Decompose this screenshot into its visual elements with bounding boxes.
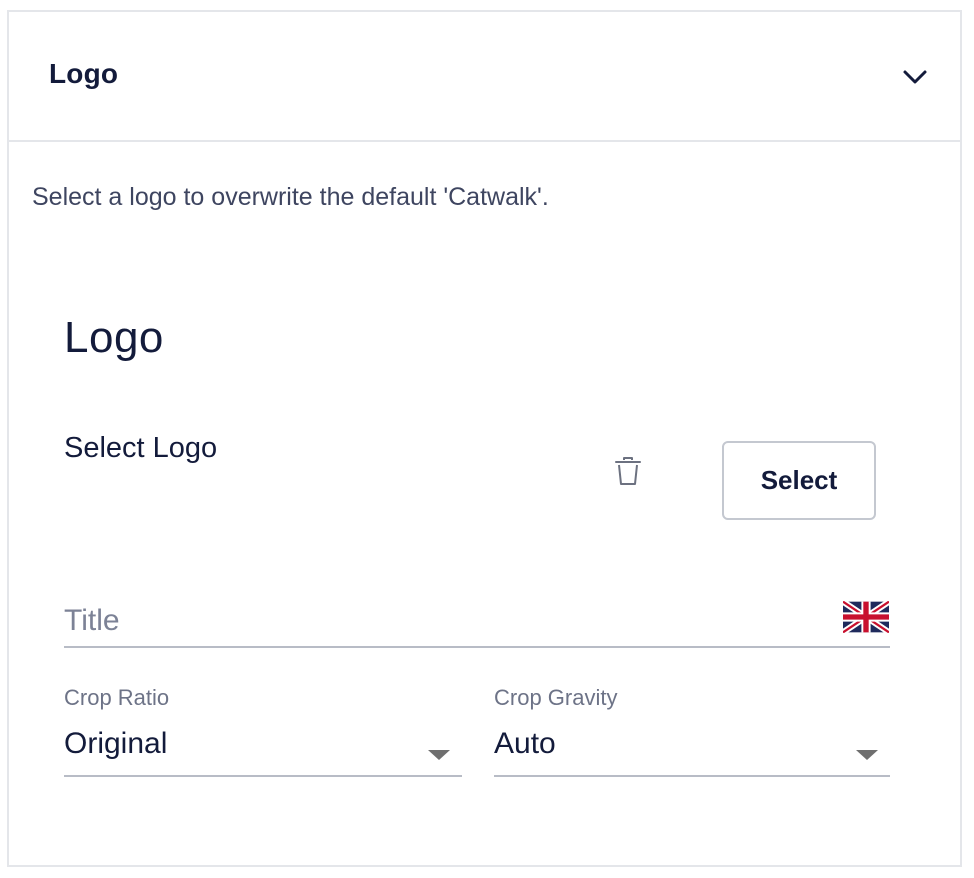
section-title: Logo [64,313,164,362]
chevron-down-icon[interactable] [900,62,930,92]
title-input[interactable] [64,598,824,644]
crop-ratio-value: Original [64,727,168,760]
uk-flag-icon[interactable] [843,601,889,633]
caret-down-icon [856,750,878,760]
title-field [64,598,890,648]
crop-ratio-label: Crop Ratio [64,685,170,710]
crop-ratio-dropdown[interactable]: Crop Ratio Original [64,680,462,777]
trash-icon[interactable] [614,456,642,486]
select-button[interactable]: Select [722,441,876,520]
crop-gravity-dropdown[interactable]: Crop Gravity Auto [494,680,890,777]
caret-down-icon [428,750,450,760]
panel-header[interactable]: Logo [9,12,960,142]
panel-description: Select a logo to overwrite the default '… [32,183,549,211]
panel-title: Logo [49,58,119,89]
select-logo-label: Select Logo [64,432,218,464]
crop-gravity-value: Auto [494,727,556,760]
crop-gravity-label: Crop Gravity [494,685,618,710]
